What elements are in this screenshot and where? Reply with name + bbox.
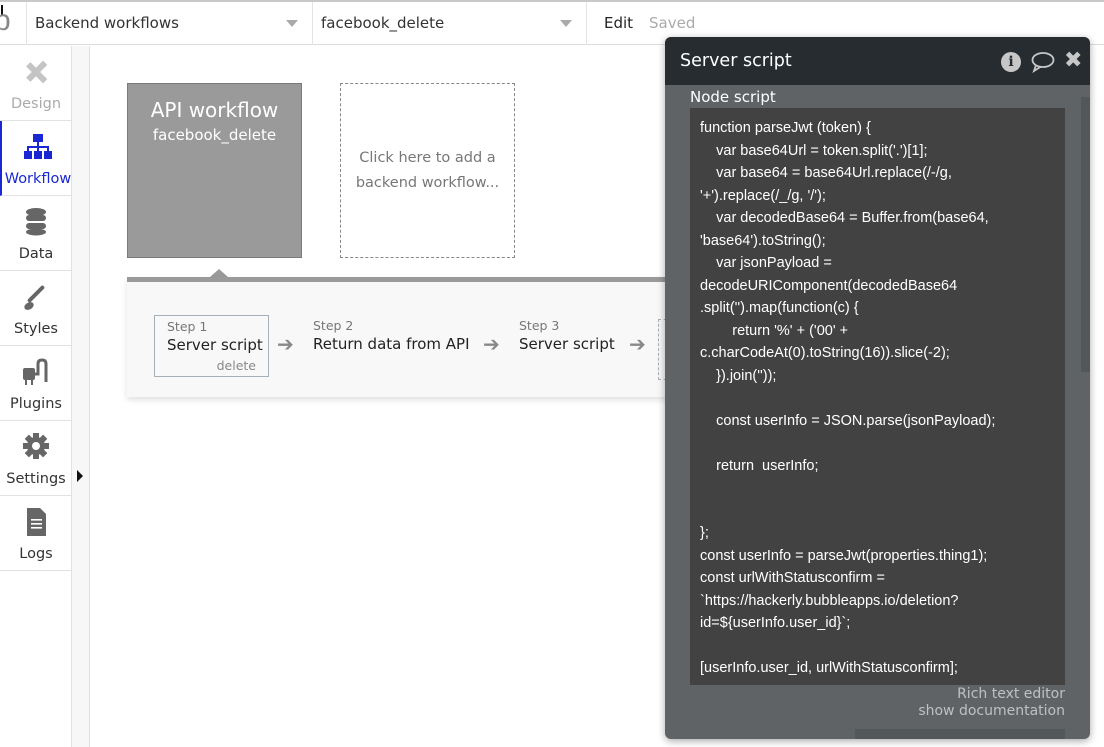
code-line: var jsonPayload = bbox=[700, 255, 832, 271]
modal-header[interactable]: Server script i ✖ bbox=[665, 37, 1090, 85]
sidebar-item-label: Plugins bbox=[10, 396, 62, 412]
sidebar-item-workflow[interactable]: Workflow bbox=[0, 121, 72, 196]
code-line: var decodedBase64 = Buffer.from(base64, bbox=[700, 210, 989, 226]
selected-card-pointer bbox=[210, 269, 228, 277]
step-1[interactable]: Step 1 Server script delete bbox=[154, 315, 269, 377]
step-name: Return data from API bbox=[313, 335, 470, 353]
code-line: c.charCodeAt(0).toString(16)).slice(-2); bbox=[700, 345, 950, 361]
sidebar-item-settings[interactable]: Settings bbox=[0, 421, 72, 496]
sidebar-item-label: Workflow bbox=[4, 171, 72, 187]
page-selector-dropdown[interactable]: Backend workflows bbox=[27, 2, 313, 45]
sidebar-item-label: Logs bbox=[19, 546, 53, 562]
code-line: 'base64').toString(); bbox=[700, 232, 826, 249]
code-line: [userInfo.user_id, urlWithStatusconfirm]… bbox=[700, 660, 958, 676]
api-workflow-name: facebook_delete bbox=[152, 126, 277, 144]
modal-bottom-field[interactable] bbox=[855, 729, 1065, 739]
add-card-line: backend workflow... bbox=[355, 174, 500, 191]
code-line: }).join('')); bbox=[700, 367, 777, 384]
code-line: .split('').map(function(c) { bbox=[700, 300, 859, 316]
code-line: id=${userInfo.user_id}`; bbox=[700, 615, 851, 631]
step-delete-link[interactable]: delete bbox=[217, 358, 256, 373]
workflow-selector-value: facebook_delete bbox=[321, 14, 445, 32]
step-3[interactable]: Step 3 Server script bbox=[507, 315, 617, 377]
workflow-steps-panel: Step 1 Server script delete ➔ Step 2 Ret… bbox=[127, 277, 687, 397]
sidebar-item-plugins[interactable]: Plugins bbox=[0, 346, 72, 421]
sidebar-item-label: Styles bbox=[14, 321, 58, 337]
code-line: function parseJwt (token) { bbox=[700, 120, 871, 136]
code-line: var base64 = base64Url.replace(/-/g, bbox=[700, 165, 952, 181]
logo-letter: b bbox=[0, 4, 11, 38]
sidebar-item-label: Data bbox=[18, 246, 54, 262]
chevron-down-icon bbox=[560, 20, 572, 27]
sidebar-item-styles[interactable]: Styles bbox=[0, 271, 72, 346]
database-icon bbox=[26, 208, 46, 236]
modal-scrollbar[interactable] bbox=[1081, 97, 1090, 372]
sidebar-gutter bbox=[72, 46, 90, 747]
rich-text-editor-link[interactable]: Rich text editor bbox=[957, 686, 1065, 702]
design-tools-icon bbox=[26, 60, 48, 84]
code-line: var base64Url = token.split('.')[1]; bbox=[700, 142, 928, 159]
code-line: `https://hackerly.bubbleapps.io/deletion… bbox=[700, 592, 959, 609]
api-workflow-title: API workflow bbox=[150, 98, 279, 122]
sidebar-item-logs[interactable]: Logs bbox=[0, 496, 72, 571]
workflow-selector-dropdown[interactable]: facebook_delete bbox=[313, 2, 587, 45]
plug-icon bbox=[23, 358, 48, 385]
code-line: const userInfo = JSON.parse(jsonPayload)… bbox=[700, 412, 996, 429]
code-line: decodeURIComponent(decodedBase64 bbox=[700, 277, 958, 294]
expand-panel-arrow-icon[interactable] bbox=[77, 470, 83, 482]
document-icon bbox=[27, 508, 46, 536]
paintbrush-icon bbox=[24, 285, 45, 310]
arrow-right-icon: ➔ bbox=[277, 332, 294, 356]
sidebar-item-label: Design bbox=[10, 96, 62, 112]
code-line: '+').replace(/_/g, '/'); bbox=[700, 187, 826, 204]
step-number: Step 1 bbox=[167, 319, 208, 334]
info-icon[interactable]: i bbox=[1001, 52, 1021, 72]
close-icon[interactable]: ✖ bbox=[1064, 49, 1082, 73]
add-card-line: Click here to add a bbox=[359, 149, 496, 166]
code-line: return userInfo; bbox=[700, 457, 819, 474]
code-line: const userInfo = parseJwt(properties.thi… bbox=[700, 547, 988, 564]
arrow-right-icon: ➔ bbox=[629, 332, 646, 356]
node-script-label: Node script bbox=[690, 88, 776, 106]
left-sidebar: Design Workflow Data Styles Plugins Sett… bbox=[0, 46, 72, 747]
bubble-logo[interactable]: b bbox=[0, 2, 27, 45]
step-name: Server script bbox=[167, 336, 263, 354]
sidebar-item-design[interactable]: Design bbox=[0, 46, 72, 121]
page-selector-value: Backend workflows bbox=[35, 14, 179, 32]
edit-menu[interactable]: Edit bbox=[604, 2, 633, 45]
step-2[interactable]: Step 2 Return data from API bbox=[301, 315, 470, 377]
step-name: Server script bbox=[519, 335, 615, 353]
code-line: const urlWithStatusconfirm = bbox=[700, 570, 885, 586]
server-script-modal: Server script i ✖ Node script function p… bbox=[665, 37, 1090, 739]
arrow-right-icon: ➔ bbox=[483, 332, 500, 356]
show-documentation-link[interactable]: show documentation bbox=[918, 703, 1065, 719]
step-number: Step 2 bbox=[313, 318, 354, 333]
node-script-editor[interactable]: function parseJwt (token) { var base64Ur… bbox=[690, 108, 1065, 685]
step-number: Step 3 bbox=[519, 318, 560, 333]
chevron-down-icon bbox=[286, 20, 298, 27]
sidebar-item-data[interactable]: Data bbox=[0, 196, 72, 271]
sidebar-item-label: Settings bbox=[6, 471, 66, 487]
add-backend-workflow-card[interactable]: Click here to add a backend workflow... bbox=[340, 83, 515, 258]
api-workflow-card[interactable]: API workflow facebook_delete bbox=[127, 83, 302, 258]
gear-icon bbox=[23, 433, 49, 459]
modal-title: Server script bbox=[680, 51, 792, 71]
workflow-tree-icon bbox=[24, 134, 52, 159]
code-line: return '%' + ('00' + bbox=[700, 322, 849, 339]
code-line: }; bbox=[700, 525, 709, 541]
comment-icon[interactable] bbox=[1031, 51, 1055, 73]
